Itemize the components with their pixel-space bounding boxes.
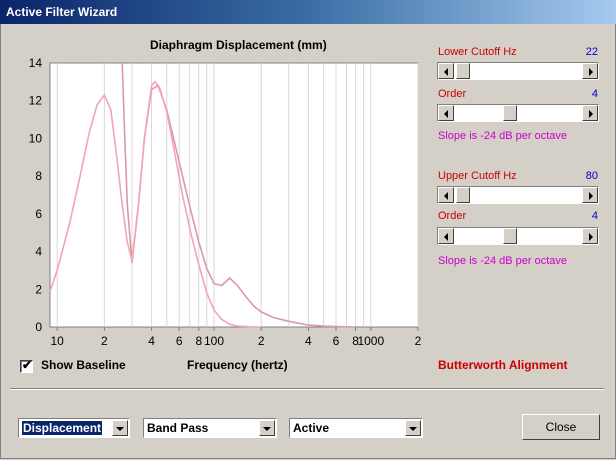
y-tick-label: 10 bbox=[29, 131, 43, 145]
divider bbox=[10, 388, 604, 390]
title-bar[interactable]: Active Filter Wizard bbox=[0, 0, 616, 24]
upper-order-value: 4 bbox=[591, 210, 598, 222]
x-tick-label: 2 bbox=[258, 334, 265, 348]
y-tick-label: 14 bbox=[29, 56, 43, 70]
chevron-down-icon bbox=[263, 427, 271, 431]
arrow-left-icon bbox=[444, 68, 448, 76]
upper-slope-text: Slope is -24 dB per octave bbox=[438, 255, 568, 267]
arrow-right-icon bbox=[589, 110, 593, 118]
upper-cutoff-label: Upper Cutoff Hz bbox=[438, 170, 517, 182]
y-tick-label: 0 bbox=[35, 320, 42, 334]
lower-cutoff-slider[interactable] bbox=[437, 62, 599, 80]
show-baseline-checkbox[interactable]: ✔ bbox=[20, 358, 33, 373]
x-tick-label: 6 bbox=[333, 334, 340, 348]
check-mark-icon: ✔ bbox=[22, 358, 33, 372]
scroll-right-button[interactable] bbox=[582, 228, 598, 244]
arrow-left-icon bbox=[444, 110, 448, 118]
x-tick-label: 2 bbox=[101, 334, 108, 348]
displacement-chart: 02468101214 10 2 4 6 8 100 2 4 6 81000 2 bbox=[29, 56, 422, 348]
filter-type-value: Band Pass bbox=[147, 421, 209, 435]
upper-cutoff-value: 80 bbox=[585, 170, 598, 182]
x-tick-label: 2 bbox=[415, 334, 422, 348]
chevron-down-icon bbox=[116, 427, 124, 431]
plot-area bbox=[49, 62, 419, 328]
scroll-right-button[interactable] bbox=[582, 105, 598, 121]
x-tick-label: 8 bbox=[195, 334, 202, 348]
scroll-right-button[interactable] bbox=[582, 187, 598, 203]
alignment-label: Butterworth Alignment bbox=[438, 358, 568, 372]
y-tick-label: 6 bbox=[35, 207, 42, 221]
scroll-right-button[interactable] bbox=[582, 63, 598, 79]
x-tick-label: 4 bbox=[305, 334, 312, 348]
arrow-left-icon bbox=[444, 233, 448, 241]
dropdown-button[interactable] bbox=[112, 420, 128, 436]
y-tick-label: 4 bbox=[35, 245, 42, 259]
mode-value: Active bbox=[293, 421, 330, 435]
x-tick-label: 100 bbox=[204, 334, 224, 348]
lower-slope-text: Slope is -24 dB per octave bbox=[438, 130, 568, 142]
close-button[interactable]: Close bbox=[522, 414, 600, 440]
lower-order-value: 4 bbox=[591, 88, 598, 100]
dropdown-button[interactable] bbox=[259, 420, 275, 436]
scroll-left-button[interactable] bbox=[438, 63, 454, 79]
scroll-left-button[interactable] bbox=[438, 105, 454, 121]
arrow-left-icon bbox=[444, 192, 448, 200]
chevron-down-icon bbox=[409, 427, 417, 431]
view-select[interactable]: Displacement bbox=[18, 418, 130, 438]
lower-order-slider[interactable] bbox=[437, 104, 599, 122]
x-axis-title: Frequency (hertz) bbox=[187, 358, 288, 372]
slider-thumb[interactable] bbox=[503, 105, 518, 121]
mode-select[interactable]: Active bbox=[289, 418, 423, 438]
window-title: Active Filter Wizard bbox=[6, 5, 118, 19]
x-tick-label: 1000 bbox=[357, 334, 384, 348]
arrow-right-icon bbox=[589, 68, 593, 76]
lower-order-label: Order bbox=[438, 88, 467, 100]
x-tick-label: 6 bbox=[176, 334, 183, 348]
y-tick-label: 12 bbox=[29, 94, 43, 108]
dropdown-button[interactable] bbox=[405, 420, 421, 436]
upper-order-slider[interactable] bbox=[437, 227, 599, 245]
upper-order-label: Order bbox=[438, 210, 467, 222]
view-select-value: Displacement bbox=[22, 421, 103, 435]
upper-cutoff-slider[interactable] bbox=[437, 186, 599, 204]
slider-thumb[interactable] bbox=[456, 187, 471, 203]
y-tick-label: 2 bbox=[35, 282, 42, 296]
slider-thumb[interactable] bbox=[503, 228, 518, 244]
arrow-right-icon bbox=[589, 192, 593, 200]
scroll-left-button[interactable] bbox=[438, 228, 454, 244]
filter-type-select[interactable]: Band Pass bbox=[143, 418, 277, 438]
show-baseline-label[interactable]: Show Baseline bbox=[41, 358, 126, 372]
lower-cutoff-label: Lower Cutoff Hz bbox=[438, 46, 517, 58]
x-tick-label: 10 bbox=[50, 334, 64, 348]
scroll-left-button[interactable] bbox=[438, 187, 454, 203]
x-tick-label: 4 bbox=[148, 334, 155, 348]
lower-cutoff-value: 22 bbox=[585, 46, 598, 58]
y-tick-label: 8 bbox=[35, 169, 42, 183]
arrow-right-icon bbox=[589, 233, 593, 241]
slider-thumb[interactable] bbox=[456, 63, 471, 79]
